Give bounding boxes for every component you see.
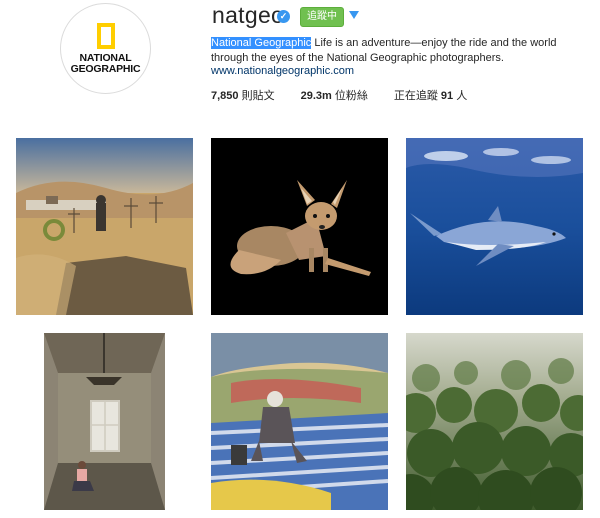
following-count: 91 [440,90,454,102]
post-thumbnail[interactable] [16,138,193,315]
verified-badge-icon: ✓ [277,10,290,23]
painted-hillside-image [211,333,388,510]
following-unit: 人 [456,90,468,102]
posts-count: 7,850 [211,90,239,102]
post-thumbnail[interactable] [211,138,388,315]
post-thumbnail[interactable] [211,333,388,510]
logo-text: NATIONAL GEOGRAPHIC [70,51,141,75]
post-thumbnail[interactable] [406,333,583,510]
posts-label: 則貼文 [241,90,275,102]
followers-count: 29.3m [300,90,332,102]
rainforest-canopy-image [406,333,583,510]
post-thumbnail[interactable] [16,333,193,510]
following-label: 正在追蹤 [393,90,438,102]
fox-image [211,138,388,315]
bio-highlight: National Geographic [211,37,312,49]
avatar[interactable]: NATIONAL GEOGRAPHIC [60,3,151,94]
natgeo-logo-icon [96,22,115,49]
profile-stats: 7,850 則貼文 29.3m 位粉絲 正在追蹤 91 人 [211,87,493,103]
logo-line2: GEOGRAPHIC [70,62,141,75]
dropdown-arrow-icon[interactable] [349,11,359,19]
logo-line1: NATIONAL [79,51,132,64]
followers-stat[interactable]: 29.3m 位粉絲 [301,87,368,103]
shark-image [406,138,583,315]
followers-label: 位粉絲 [334,90,368,102]
posts-stat: 7,850 則貼文 [211,87,275,103]
bio: National Geographic Life is an adventure… [211,36,591,66]
following-button[interactable]: 追蹤中 [300,7,344,27]
following-stat[interactable]: 正在追蹤 91 人 [394,87,467,103]
desert-village-image [16,138,193,315]
username: natgeo [212,2,285,28]
website-link[interactable]: www.nationalgeographic.com [211,65,354,77]
post-thumbnail[interactable] [406,138,583,315]
abandoned-room-image [16,333,193,510]
